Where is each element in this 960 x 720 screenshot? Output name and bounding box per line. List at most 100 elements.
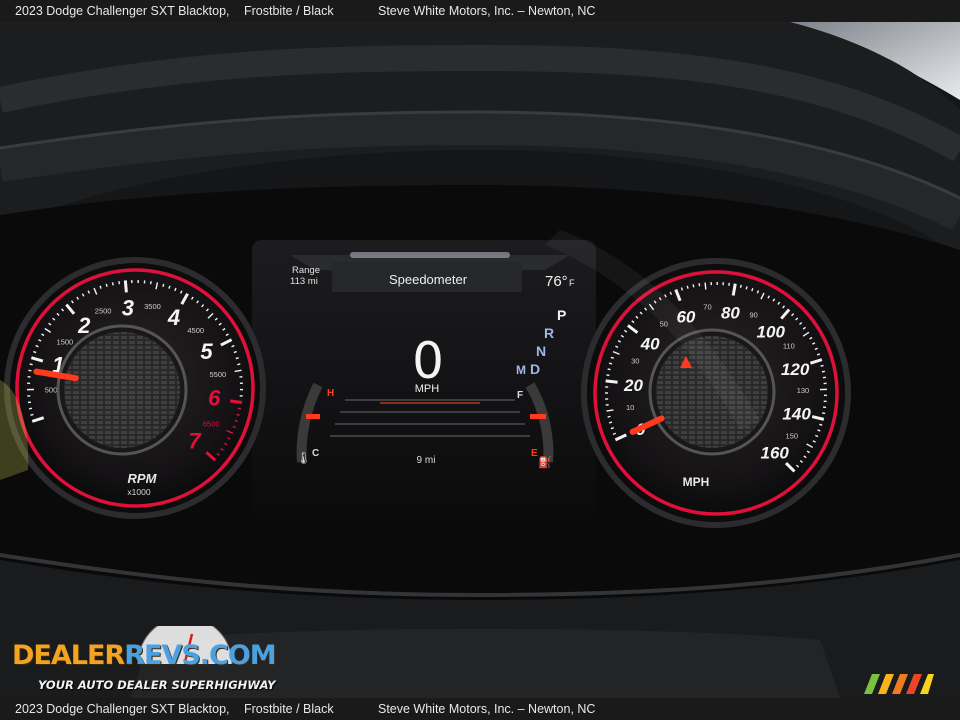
range-value: 113 mi <box>290 276 318 287</box>
gear-p: P <box>557 307 566 323</box>
tach-minor-label: 3500 <box>144 302 161 311</box>
tach-tick <box>105 283 108 287</box>
speed-tick <box>704 282 707 290</box>
tach-tick <box>33 350 37 354</box>
speed-tick <box>608 421 613 424</box>
tach-major-label: 3 <box>122 295 134 320</box>
tach-tick <box>237 363 241 366</box>
vehicle-color: Frostbite / Black <box>244 4 334 18</box>
speed-tick <box>610 427 614 430</box>
speed-tick <box>739 284 742 288</box>
speed-tick <box>608 362 613 365</box>
speed-minor-label: 30 <box>631 357 639 366</box>
speed-tick <box>745 286 748 290</box>
temp-cold-label: C <box>312 448 319 459</box>
speed-tick <box>692 284 695 288</box>
vehicle-title-bottom: 2023 Dodge Challenger SXT Blacktop, <box>15 702 230 716</box>
speed-tick <box>820 364 824 367</box>
tachometer-sublabel: x1000 <box>127 487 150 497</box>
tach-minor-label: 2500 <box>95 306 112 315</box>
tach-tick <box>99 285 102 289</box>
speed-major-label: 80 <box>721 303 740 322</box>
logo-dealer-text: DEALER <box>12 640 125 671</box>
tach-tick <box>28 407 33 410</box>
tach-minor-label: 6500 <box>203 419 220 428</box>
tach-major-label: 4 <box>167 305 180 330</box>
tach-tick <box>233 350 237 354</box>
gear-r: R <box>544 325 554 341</box>
speed-major-label: 140 <box>782 405 811 424</box>
speed-major-label: 20 <box>623 376 643 395</box>
speed-tick <box>610 356 614 359</box>
vehicle-title: 2023 Dodge Challenger SXT Blacktop, <box>15 4 230 18</box>
tach-tick <box>168 285 171 289</box>
tach-minor-label: 4500 <box>187 326 204 335</box>
tach-tick <box>111 282 114 286</box>
speed-minor-label: 90 <box>749 311 757 320</box>
range-label: Range <box>292 265 320 276</box>
temp-hot-label: H <box>327 388 334 399</box>
fuel-empty-label: E <box>531 448 538 459</box>
speedometer: 0204060801001201401601030507090110130150 <box>581 258 851 528</box>
tach-tick <box>235 357 239 360</box>
digital-speed-unit: MPH <box>415 383 440 395</box>
tach-tick <box>123 280 128 293</box>
tach-tick <box>229 399 243 404</box>
tach-major-label: 6 <box>208 386 221 411</box>
dashboard-photo: 1234567500150025003500450055006500 02040… <box>0 22 960 698</box>
speed-major-label: 100 <box>757 323 786 342</box>
tach-minor-label: 500 <box>45 385 58 394</box>
speed-tick <box>680 287 684 291</box>
speed-major-label: 120 <box>781 360 810 379</box>
speed-tick <box>731 283 737 296</box>
dealer-name: Steve White Motors, Inc. – Newton, NC <box>378 4 596 18</box>
trip-distance: 9 mi <box>417 455 436 466</box>
speed-tick <box>751 288 754 292</box>
speed-major-label: 160 <box>761 444 790 463</box>
tach-tick <box>162 283 165 287</box>
speed-minor-label: 110 <box>783 341 795 350</box>
tach-tick <box>237 407 242 410</box>
tach-tick <box>30 413 34 416</box>
speed-tick <box>605 379 618 384</box>
dealer-name-bottom: Steve White Motors, Inc. – Newton, NC <box>378 702 596 716</box>
stripes-logo-icon <box>864 674 934 694</box>
speed-minor-label: 10 <box>626 403 634 412</box>
bottom-caption-bar: 2023 Dodge Challenger SXT Blacktop, Fros… <box>0 698 960 720</box>
coolant-icon: 🌡 <box>296 451 311 465</box>
tach-tick <box>29 363 33 366</box>
dealerrevs-logo: DEALERREVS.COM <box>12 640 277 671</box>
speed-minor-label: 130 <box>797 386 810 395</box>
tach-minor-label: 5500 <box>210 370 227 379</box>
speed-tick <box>816 353 821 356</box>
tach-major-label: 7 <box>188 429 202 454</box>
gear-n: N <box>536 343 546 359</box>
speed-tick <box>821 370 826 373</box>
tach-tick <box>234 419 238 423</box>
speed-tick <box>607 368 611 371</box>
dealerrevs-tagline: YOUR AUTO DEALER SUPERHIGHWAY <box>38 678 276 692</box>
tachometer-label: RPM <box>128 471 158 486</box>
temperature-unit: F <box>569 278 575 288</box>
top-caption-bar: 2023 Dodge Challenger SXT Blacktop, Fros… <box>0 0 960 22</box>
fuel-full-label: F <box>517 390 523 401</box>
outside-temperature: 76° <box>545 273 568 290</box>
speed-tick <box>817 429 821 432</box>
digital-speed: 0 <box>412 332 444 390</box>
speed-tick <box>686 285 689 289</box>
logo-com-text: .COM <box>199 640 277 671</box>
gear-d: D <box>530 361 540 377</box>
manual-mode-indicator: M <box>516 363 526 377</box>
speed-tick <box>822 412 826 415</box>
tach-minor-label: 1500 <box>57 338 74 347</box>
tach-major-label: 5 <box>200 339 213 364</box>
display-title: Speedometer <box>389 272 468 287</box>
speed-minor-label: 70 <box>703 302 711 311</box>
dealerrevs-watermark: DEALERREVS.COM YOUR AUTO DEALER SUPERHIG… <box>12 626 277 692</box>
speed-major-label: 40 <box>640 334 660 353</box>
speedometer-label: MPH <box>683 475 710 489</box>
vehicle-color-bottom: Frostbite / Black <box>244 702 334 716</box>
speed-minor-label: 150 <box>786 432 799 441</box>
logo-revs-text: REVS <box>124 640 201 671</box>
speed-tick <box>819 423 823 426</box>
